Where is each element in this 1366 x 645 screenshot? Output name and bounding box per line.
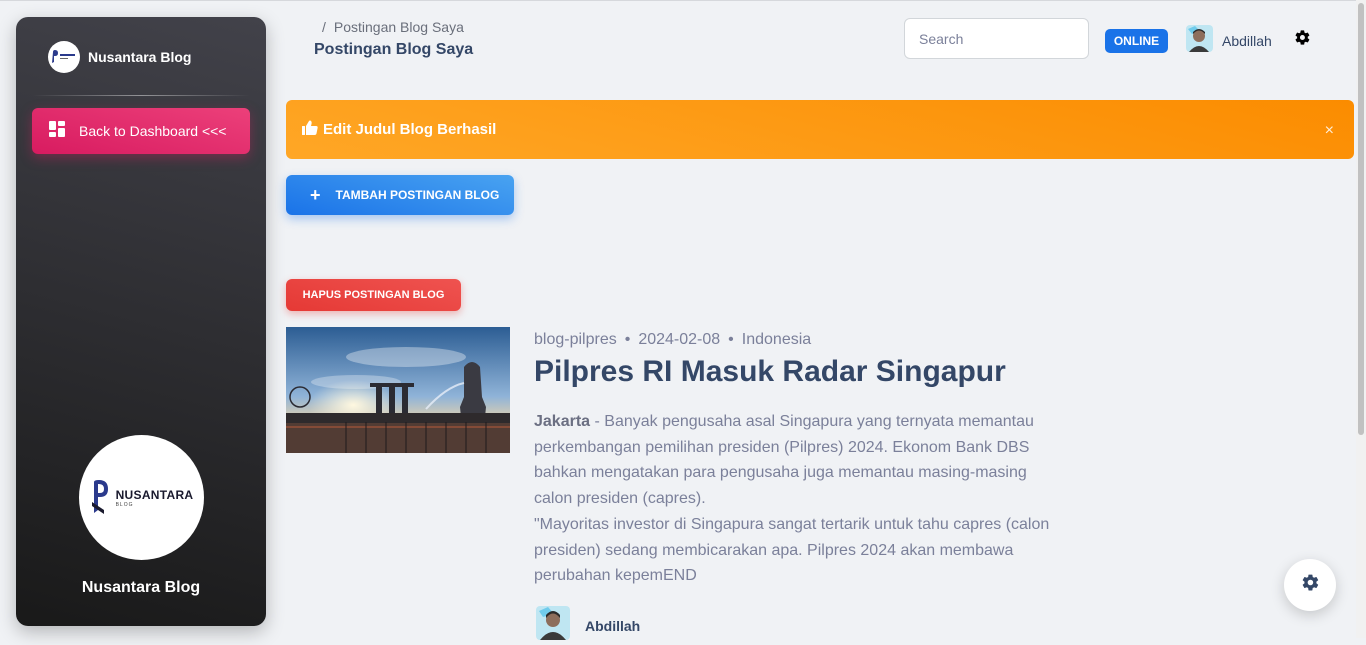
post-category[interactable]: Indonesia [742,331,811,348]
add-post-button[interactable]: + TAMBAH POSTINGAN BLOG [286,175,514,215]
meta-separator: • [728,331,734,348]
back-to-dashboard-button[interactable]: Back to Dashboard <<< [32,108,250,154]
configurator-button[interactable] [1284,559,1336,611]
brand-logo-icon [48,41,80,73]
post-title[interactable]: Pilpres RI Masuk Radar Singapur [534,355,1006,389]
search-input[interactable] [904,18,1089,59]
back-to-dashboard-label: Back to Dashboard <<< [79,123,227,139]
sidebar-divider [32,95,250,96]
logo-text-sub: BLOG [115,501,134,508]
thumbs-up-icon [302,120,318,140]
post-author[interactable]: Abdillah [536,606,640,645]
breadcrumb: / Postingan Blog Saya [322,19,464,35]
status-badge: ONLINE [1105,29,1168,53]
dashboard-icon [49,120,65,142]
author-avatar [536,606,570,645]
meta-separator: • [624,331,631,348]
excerpt-paragraph-2: "Mayoritas investor di Singapura sangat … [534,515,1050,585]
map-pin-icon [91,479,108,514]
brand-name: Nusantara Blog [88,49,192,65]
add-post-label: TAMBAH POSTINGAN BLOG [335,188,500,202]
post-thumbnail[interactable] [286,327,510,453]
plus-icon: + [310,185,321,205]
breadcrumb-separator: / [322,19,326,35]
sidebar-footer-title: Nusantara Blog [81,579,201,596]
scrollbar-thumb[interactable] [1358,3,1364,435]
success-alert: Edit Judul Blog Berhasil × [286,100,1354,159]
sidebar-logo: NUSANTARA BLOG [79,435,204,560]
post-excerpt: Jakarta - Banyak pengusaha asal Singapur… [534,409,1064,589]
post-slug: blog-pilpres [534,331,617,348]
top-border [0,0,1366,1]
excerpt-city: Jakarta [534,413,591,430]
user-name: Abdillah [1222,33,1272,49]
author-name: Abdillah [585,617,641,634]
post-date: 2024-02-08 [638,331,721,348]
avatar [1186,25,1213,57]
sidebar-brand[interactable]: Nusantara Blog [48,41,191,73]
breadcrumb-current[interactable]: Postingan Blog Saya [334,19,464,35]
excerpt-paragraph-1: - Banyak pengusaha asal Singapura yang t… [534,413,1034,508]
page-title: Postingan Blog Saya [314,41,474,58]
logo-text-main: NUSANTARA [115,487,194,502]
delete-post-button[interactable]: HAPUS POSTINGAN BLOG [286,279,461,311]
sidebar: Nusantara Blog Back to Dashboard <<< NUS… [16,17,266,626]
post-meta: blog-pilpres • 2024-02-08 • Indonesia [534,331,811,349]
alert-message: Edit Judul Blog Berhasil [323,121,497,138]
user-menu[interactable]: Abdillah [1186,25,1272,57]
settings-gear-icon [1301,573,1320,597]
settings-gear-icon[interactable] [1294,29,1311,51]
close-icon[interactable]: × [1325,122,1334,140]
